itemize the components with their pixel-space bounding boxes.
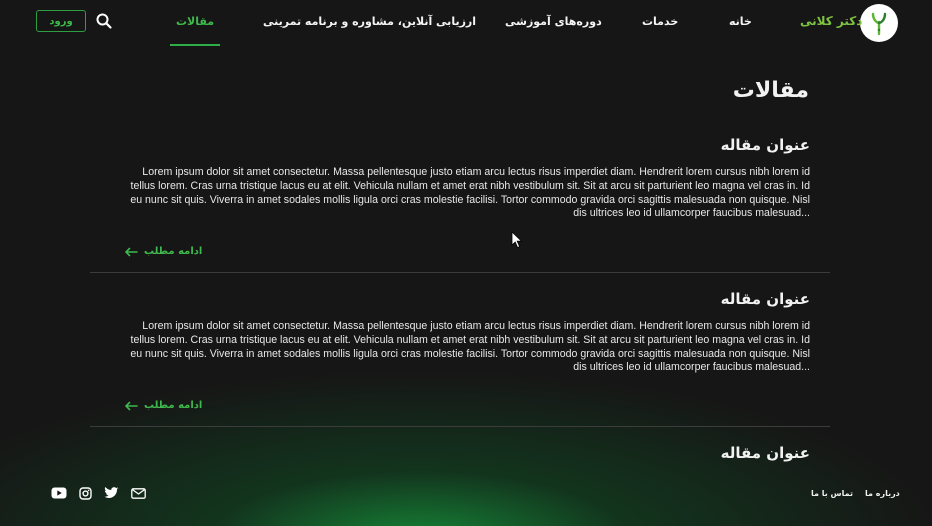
- mail-icon: [130, 487, 146, 499]
- nav-articles[interactable]: مقالات: [176, 15, 214, 28]
- top-navbar: دکتر کلانی خانه خدمات دوره‌های آموزشی ار…: [0, 0, 932, 48]
- footer-contact-link[interactable]: تماس با ما: [811, 489, 853, 498]
- footer-about-link[interactable]: درباره ما: [865, 489, 900, 498]
- brand-name[interactable]: دکتر کلانی: [800, 14, 862, 28]
- nav-home[interactable]: خانه: [729, 15, 752, 28]
- read-more-label: ادامه مطلب: [144, 246, 203, 257]
- twitter-icon: [103, 487, 118, 498]
- nav-active-indicator: [170, 44, 220, 46]
- youtube-link[interactable]: [51, 486, 67, 500]
- mouse-cursor-icon: [511, 231, 523, 249]
- article-card: عنوان مقاله Lorem ipsum dolor sit amet c…: [90, 136, 830, 276]
- read-more-link[interactable]: ادامه مطلب: [124, 400, 202, 411]
- logo[interactable]: [860, 4, 898, 42]
- article-card: عنوان مقاله: [90, 444, 830, 474]
- nav-courses[interactable]: دوره‌های آموزشی: [505, 15, 602, 28]
- arrow-left-icon: [125, 247, 138, 256]
- logo-icon: [871, 12, 887, 36]
- login-button[interactable]: ورود: [36, 10, 86, 32]
- article-divider: [90, 272, 830, 273]
- nav-services[interactable]: خدمات: [642, 15, 678, 28]
- arrow-left-icon: [125, 401, 138, 410]
- article-excerpt: Lorem ipsum dolor sit amet consectetur. …: [130, 320, 810, 374]
- email-link[interactable]: [130, 486, 146, 500]
- article-title[interactable]: عنوان مقاله: [721, 136, 810, 154]
- instagram-icon: [78, 486, 92, 500]
- search-icon: [96, 13, 112, 29]
- read-more-label: ادامه مطلب: [144, 400, 203, 411]
- article-excerpt: Lorem ipsum dolor sit amet consectetur. …: [130, 166, 810, 220]
- search-button[interactable]: [95, 12, 113, 30]
- article-card: عنوان مقاله Lorem ipsum dolor sit amet c…: [90, 290, 830, 430]
- twitter-link[interactable]: [103, 486, 119, 500]
- article-title[interactable]: عنوان مقاله: [721, 444, 810, 462]
- article-divider: [90, 426, 830, 427]
- article-title[interactable]: عنوان مقاله: [721, 290, 810, 308]
- nav-online-assessment[interactable]: ارزیابی آنلاین، مشاوره و برنامه تمرینی: [263, 15, 476, 28]
- instagram-link[interactable]: [77, 486, 93, 500]
- youtube-icon: [51, 487, 67, 499]
- page-title: مقالات: [732, 78, 809, 103]
- read-more-link[interactable]: ادامه مطلب: [124, 246, 202, 257]
